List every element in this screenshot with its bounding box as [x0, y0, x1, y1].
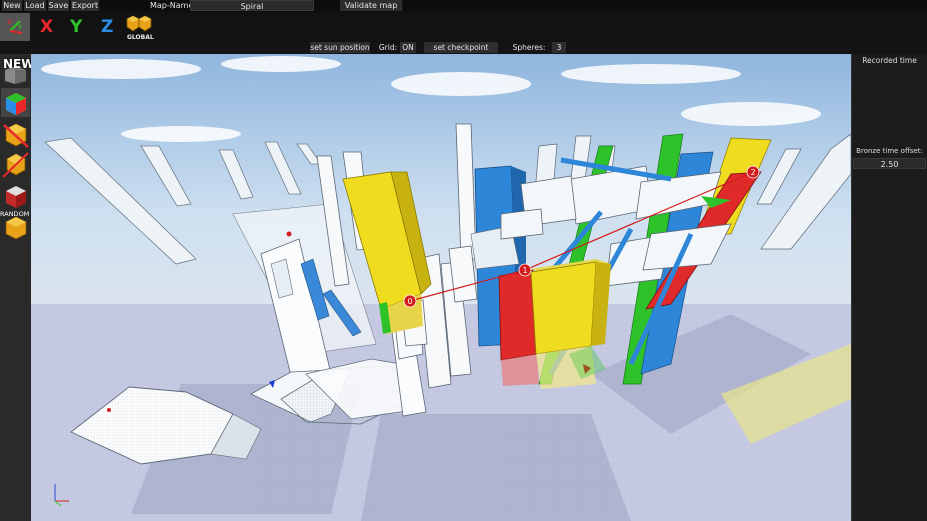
checkpoint-label-0: 0 [407, 297, 412, 306]
cut-cube-icon [2, 152, 29, 178]
save-button[interactable]: Save [48, 0, 70, 11]
map-name-input[interactable]: Spiral [190, 0, 314, 11]
new-block-tool[interactable]: NEW [1, 56, 34, 85]
checkpoint-marker-2: 2 [746, 165, 760, 179]
axis-gizmo-icon: x y [7, 17, 23, 34]
recorded-time-label: Recorded time [862, 56, 917, 65]
scene-render[interactable]: 0 1 2 [31, 54, 851, 521]
global-space-button[interactable]: GLOBAL [124, 14, 156, 42]
bronze-offset-label: Bronze time offset: [856, 147, 923, 155]
gizmo-mode-button[interactable]: x y [0, 13, 30, 41]
svg-text:y: y [18, 22, 22, 30]
move-block-tool[interactable] [1, 150, 30, 179]
time-settings-panel [851, 54, 927, 521]
grid-label: Grid: [378, 42, 398, 53]
grid-toggle[interactable]: ON [400, 42, 416, 53]
cube-icon [5, 216, 27, 240]
cube-block-tool[interactable] [1, 213, 30, 242]
random-cube-icon [6, 186, 26, 208]
spheres-label: Spheres: [512, 42, 546, 53]
y-axis-button[interactable]: Y [70, 17, 82, 37]
export-button[interactable]: Export [71, 0, 100, 11]
load-button[interactable]: Load [24, 0, 47, 11]
checkpoint-marker-0: 0 [403, 294, 417, 308]
checkpoint-label-1: 1 [522, 266, 527, 275]
spheres-count-input[interactable]: 3 [552, 42, 566, 53]
validate-map-button[interactable]: Validate map [340, 0, 403, 11]
set-sun-position-button[interactable]: set sun position [310, 42, 370, 53]
x-axis-button[interactable]: X [40, 17, 53, 37]
new-button[interactable]: New [2, 0, 23, 11]
global-label: GLOBAL [127, 34, 154, 41]
menu-bar [0, 0, 927, 12]
set-checkpoint-path-button[interactable]: set checkpoint path [424, 42, 498, 63]
new-tool-label: NEW [3, 57, 35, 71]
checkpoint-marker-1: 1 [518, 263, 532, 277]
svg-text:x: x [7, 17, 12, 26]
paint-block-tool[interactable] [1, 88, 30, 117]
global-blocks-icon [126, 15, 152, 32]
random-block-tool[interactable]: RANDOM [0, 182, 30, 218]
checkpoint-label-2: 2 [750, 168, 755, 177]
delete-cube-icon [3, 123, 29, 148]
3d-viewport[interactable]: 0 1 2 [31, 54, 851, 521]
bronze-offset-input[interactable]: 2.50 [853, 158, 926, 169]
delete-block-tool[interactable] [1, 120, 30, 149]
paint-cube-icon [6, 93, 26, 115]
z-axis-button[interactable]: Z [101, 17, 113, 37]
